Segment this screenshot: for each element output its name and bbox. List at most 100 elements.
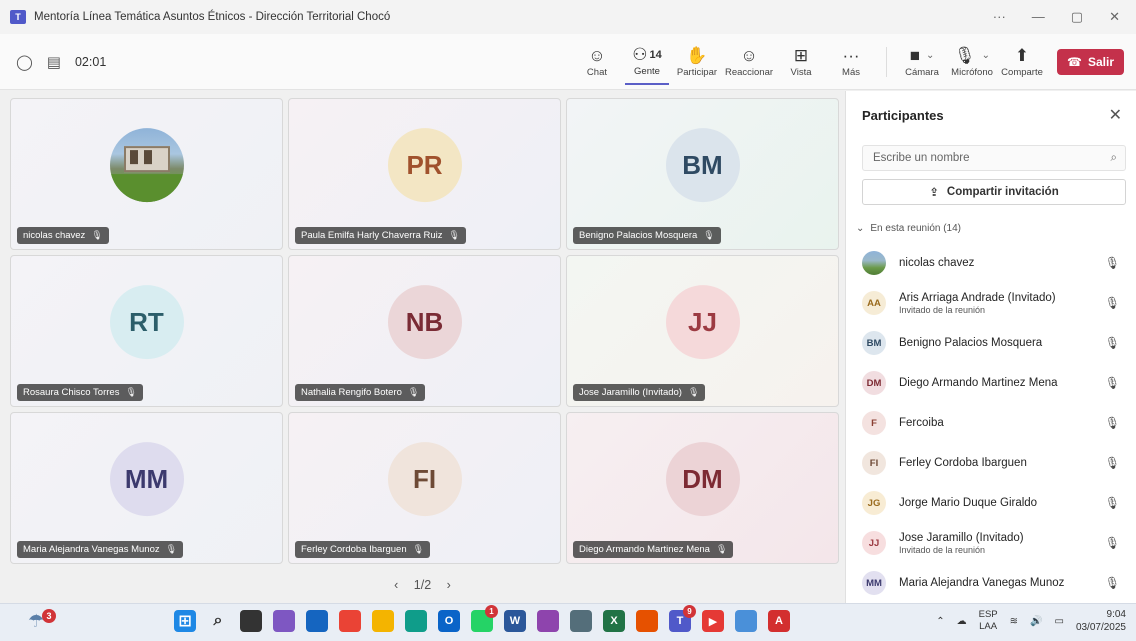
participant-row[interactable]: MM Maria Alejandra Vanegas Munoz 🎙 (846, 563, 1136, 603)
video-tile[interactable]: RT Rosaura Chisco Torres 🎙 (10, 255, 283, 407)
battery-icon[interactable]: ▭ (1054, 616, 1063, 627)
task-view-icon[interactable] (240, 610, 262, 632)
participant-row[interactable]: F Fercoiba 🎙 (846, 403, 1136, 443)
mic-off-icon: 🎙 ⌄ (954, 45, 991, 67)
toolbar-divider (886, 46, 888, 77)
shield-icon[interactable]: ◯ (16, 53, 33, 71)
youtube-icon[interactable]: ▶ (702, 610, 724, 632)
chevron-left-icon[interactable]: ‹ (394, 578, 398, 592)
nameplate: Rosaura Chisco Torres 🎙 (17, 384, 143, 401)
participant-name: Ferley Cordoba Ibarguen (301, 544, 407, 555)
store-icon[interactable] (306, 610, 328, 632)
notepad-icon[interactable] (735, 610, 757, 632)
video-tile[interactable]: NB Nathalia Rengifo Botero 🎙 (288, 255, 561, 407)
app-label: T (676, 615, 684, 627)
volume-icon[interactable]: 🔊 (1030, 616, 1042, 627)
mic-muted-icon: 🎙 (407, 387, 420, 397)
acrobat-icon[interactable]: A (768, 610, 790, 632)
participant-row[interactable]: JG Jorge Mario Duque Giraldo 🎙 (846, 483, 1136, 523)
participant-row[interactable]: AA Aris Arriaga Andrade (Invitado) Invitad… (846, 283, 1136, 323)
wifi-icon[interactable]: ≋ (1010, 616, 1018, 627)
participant-row[interactable]: nicolas chavez 🎙 (846, 243, 1136, 283)
app-orange-icon[interactable] (636, 610, 658, 632)
participant-name: Diego Armando Martinez Mena (899, 377, 1058, 389)
copilot-icon[interactable] (273, 610, 295, 632)
whatsapp-icon[interactable]: 1 (471, 605, 498, 632)
chevron-up-icon[interactable]: ⌃ (936, 616, 944, 627)
mic-button[interactable]: 🎙 ⌄ Micrófono (950, 39, 994, 85)
raise-hand-button[interactable]: ✋ Participar (675, 39, 719, 85)
video-tile[interactable]: nicolas chavez 🎙 (10, 98, 283, 250)
participant-info: Jorge Mario Duque Giraldo (899, 497, 1105, 509)
meeting-toolbar: ◯ ▤ 02:01 ☺ Chat ⚇ 14 Gente ✋ Participar … (0, 34, 1136, 90)
people-button[interactable]: ⚇ 14 Gente (624, 39, 669, 85)
language-indicator[interactable]: ESP LAA (979, 609, 998, 633)
participant-name: Diego Armando Martinez Mena (579, 544, 710, 555)
chevron-right-icon[interactable]: › (447, 578, 451, 592)
app-label: A (775, 615, 783, 627)
search-input[interactable] (873, 152, 1111, 164)
excel-icon[interactable]: X (603, 610, 625, 632)
grid-view-icon: ⊞ (793, 46, 809, 65)
chrome-icon[interactable] (339, 610, 361, 632)
participant-row[interactable]: DM Diego Armando Martinez Mena 🎙 (846, 363, 1136, 403)
participant-name: Jose Jaramillo (Invitado) (899, 531, 1024, 544)
video-tile[interactable]: MM Maria Alejandra Vanegas Munoz 🎙 (10, 412, 283, 564)
chevron-down-icon[interactable]: ⌄ (926, 45, 934, 67)
mic-muted-icon: 🎙 (1104, 496, 1120, 510)
participant-row[interactable]: JJ Jose Jaramillo (Invitado) Invitado de l… (846, 523, 1136, 563)
camera-button[interactable]: ■ ⌄ Cámara (900, 39, 944, 85)
clock-time: 9:04 (1106, 609, 1126, 620)
more-options-icon[interactable]: ··· (993, 9, 1006, 25)
participant-avatar: RT (109, 285, 184, 360)
participant-name: Maria Alejandra Vanegas Munoz (899, 577, 1065, 589)
video-tile[interactable]: BM Benigno Palacios Mosquera 🎙 (566, 98, 839, 250)
taskbar-apps: ⊞ ⌕ O 1 W X T 9 ▶ A (174, 605, 790, 632)
participant-info: nicolas chavez (899, 257, 1105, 269)
participant-name: Jose Jaramillo (Invitado) (579, 387, 682, 398)
edge-icon[interactable] (405, 610, 427, 632)
chat-label: Chat (586, 67, 607, 78)
chat-button[interactable]: ☺ Chat (575, 39, 619, 85)
participant-avatar: BM (862, 331, 886, 355)
chat-icon: ☺ (588, 46, 606, 65)
view-button[interactable]: ⊞ Vista (779, 39, 823, 85)
teams-icon[interactable]: T9 (669, 605, 696, 632)
more-button[interactable]: ··· Más (829, 39, 873, 85)
weather-widget[interactable]: ☂ 3 (28, 609, 56, 635)
video-tile[interactable]: DM Diego Armando Martinez Mena 🎙 (566, 412, 839, 564)
participant-name: nicolas chavez (23, 230, 86, 241)
calculator-icon[interactable] (570, 610, 592, 632)
file-explorer-icon[interactable] (372, 610, 394, 632)
share-invite-button[interactable]: ⇪ Compartir invitación (862, 179, 1126, 205)
notification-badge: 1 (485, 605, 498, 618)
minimize-icon[interactable]: — (1032, 9, 1045, 25)
participant-search: ⌕ (862, 145, 1126, 171)
windows-start-icon[interactable]: ⊞ (174, 610, 196, 632)
clock[interactable]: 9:04 03/07/2025 (1076, 608, 1126, 634)
close-window-icon[interactable]: ✕ (1109, 9, 1120, 25)
participants-panel: Participantes ✕ ⌕ ⇪ Compartir invitación… (845, 91, 1136, 603)
close-icon[interactable]: ✕ (1109, 105, 1122, 125)
react-button[interactable]: ☺ Reaccionar (725, 39, 773, 85)
share-button[interactable]: ⬆ Comparte (1000, 39, 1044, 85)
notes-icon[interactable]: ▤ (47, 53, 61, 71)
restore-icon[interactable]: ▢ (1071, 9, 1083, 25)
video-tile[interactable]: PR Paula Emilfa Harly Chaverra Ruiz 🎙 (288, 98, 561, 250)
video-tile[interactable]: JJ Jose Jaramillo (Invitado) 🎙 (566, 255, 839, 407)
outlook-icon[interactable]: O (438, 610, 460, 632)
word-icon[interactable]: W (504, 610, 526, 632)
media-icon[interactable] (537, 610, 559, 632)
video-tile[interactable]: FI Ferley Cordoba Ibarguen 🎙 (288, 412, 561, 564)
leave-button[interactable]: ☎ Salir (1057, 48, 1124, 75)
cloud-icon[interactable]: ☁ (957, 616, 967, 627)
participant-row[interactable]: BM Benigno Palacios Mosquera 🎙 (846, 323, 1136, 363)
more-icon: ··· (842, 46, 860, 65)
search-icon[interactable]: ⌕ (207, 610, 229, 632)
clock-date: 03/07/2025 (1075, 622, 1126, 633)
section-header[interactable]: ⌄ En esta reunión (14) (846, 205, 1136, 234)
participant-row[interactable]: FI Ferley Cordoba Ibarguen 🎙 (846, 443, 1136, 483)
search-icon[interactable]: ⌕ (1111, 152, 1117, 165)
chevron-down-icon[interactable]: ⌄ (982, 45, 990, 67)
participant-info: Jose Jaramillo (Invitado) Invitado de la … (899, 532, 1105, 555)
